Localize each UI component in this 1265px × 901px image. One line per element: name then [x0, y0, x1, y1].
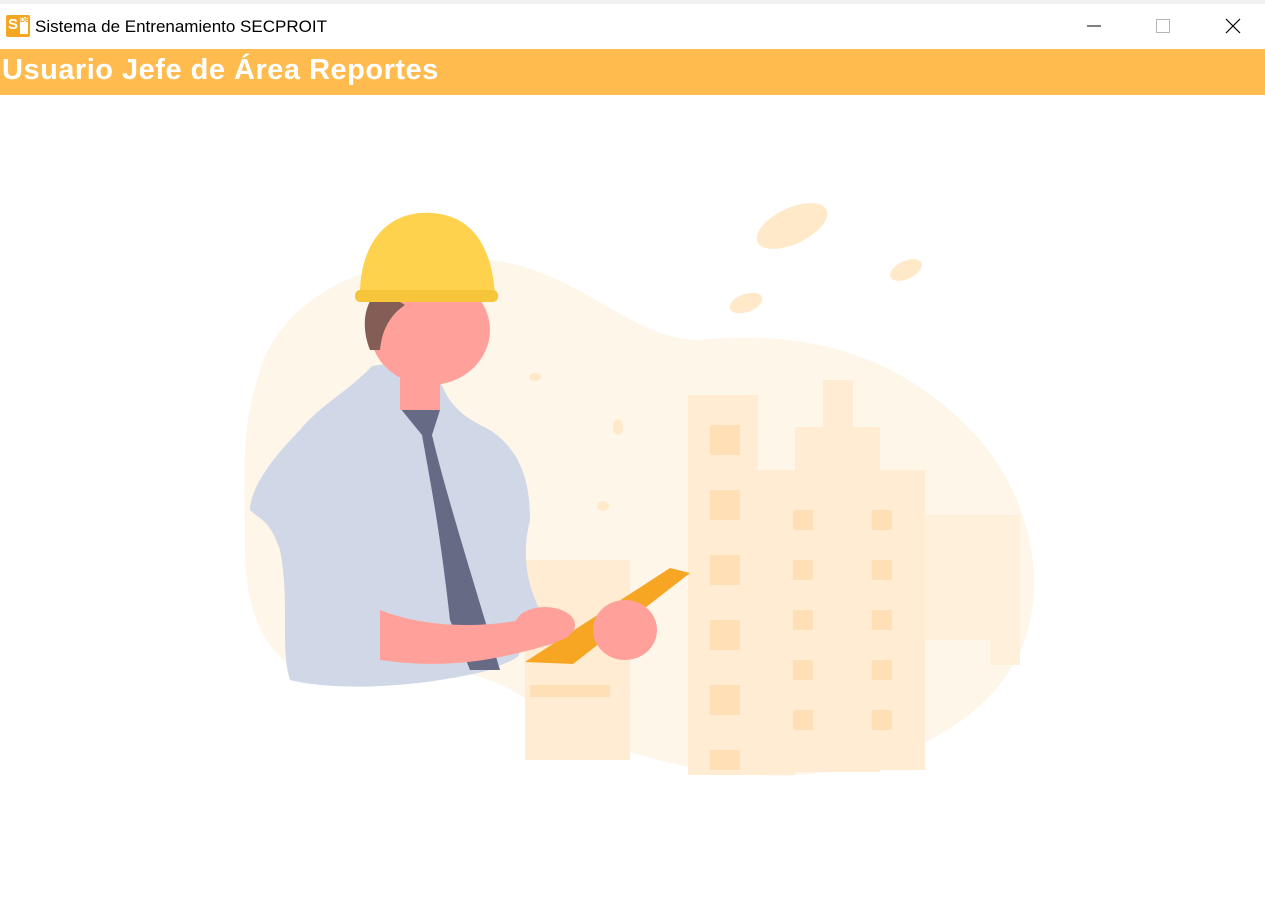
helmet-brim — [355, 290, 498, 302]
app-icon[interactable]: S DE — [6, 15, 30, 37]
maximize-button[interactable] — [1140, 4, 1186, 48]
app-icon-main-letter: S — [8, 16, 19, 33]
section-header: Usuario Jefe de Área Reportes — [0, 49, 1265, 95]
close-icon — [1225, 18, 1241, 34]
maximize-icon — [1156, 19, 1170, 33]
engineer-helmet — [360, 212, 495, 295]
app-icon-sub-letters: DE — [20, 17, 30, 34]
engineer-fingers — [515, 607, 575, 643]
close-button[interactable] — [1210, 4, 1256, 48]
window-title: Sistema de Entrenamiento SECPROIT — [35, 17, 327, 36]
engineer-hand — [593, 600, 657, 660]
engineer-illustration — [244, 203, 1034, 776]
page-title: Usuario Jefe de Área Reportes — [2, 54, 439, 86]
minimize-icon — [1087, 25, 1101, 27]
minimize-button[interactable] — [1071, 4, 1117, 48]
